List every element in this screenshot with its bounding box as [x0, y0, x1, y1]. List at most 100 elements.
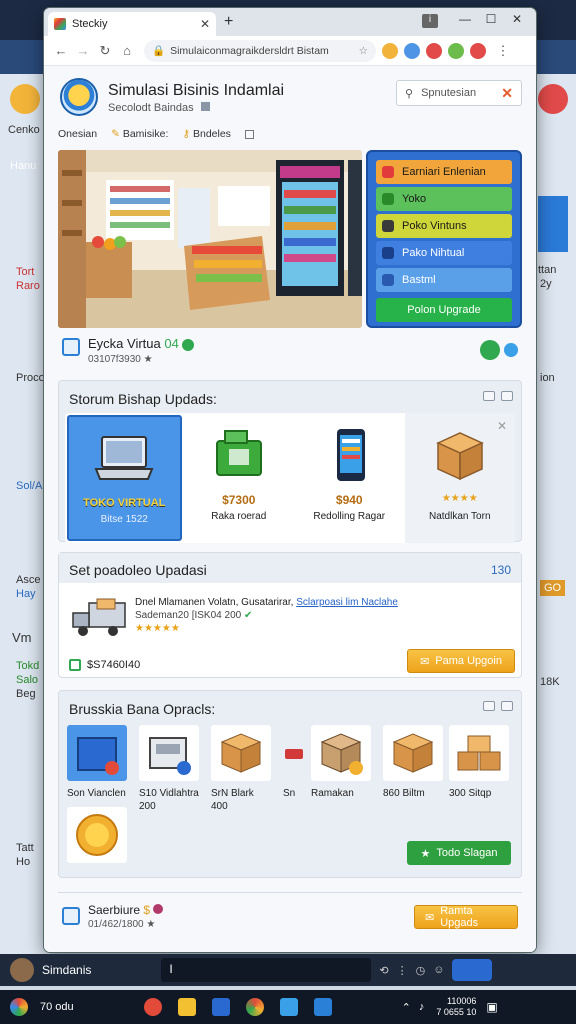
minimize-panel-icon[interactable]: [483, 701, 495, 711]
start-button-icon[interactable]: [10, 998, 28, 1016]
home-icon[interactable]: ⌂: [116, 43, 138, 58]
share-icon[interactable]: [504, 343, 518, 357]
updates-panel: Set poadoleo Upadasi 130 Dnel Mlamanen V…: [58, 552, 522, 678]
browser-window: Steckiy ✕ + i — ☐ ✕ ← → ↻ ⌂ 🔒 Simulaicon…: [44, 8, 536, 952]
footer-store-name: Saerbiure $: [88, 903, 164, 917]
tray-icon[interactable]: ⟲: [379, 964, 388, 977]
box-icon: [211, 725, 271, 781]
profile-icon[interactable]: i: [422, 14, 438, 28]
smartphone-icon: [337, 429, 366, 481]
cash-register-icon: [215, 430, 262, 476]
upgrade-card-raka[interactable]: $7300 Raka roerad: [184, 413, 295, 543]
input-field[interactable]: I: [161, 958, 372, 982]
favicon-icon: [54, 18, 66, 30]
nav-link[interactable]: Onesian: [58, 128, 97, 140]
tray-icon[interactable]: ⋮: [397, 964, 408, 977]
menu-item-poko-vintuns[interactable]: Poko Vintuns: [376, 214, 512, 238]
product-item[interactable]: 300 Sitqp: [449, 725, 511, 800]
tag-icon: ✉: [425, 911, 435, 924]
product-item[interactable]: S10 Vidlahtra 200: [139, 725, 201, 813]
notifications-icon[interactable]: ▣: [486, 1000, 497, 1014]
menu-item-yoko[interactable]: Yoko: [376, 187, 512, 211]
todo-slagan-button[interactable]: ★ Todo Slagan: [407, 841, 511, 865]
update-link[interactable]: Sclarpoasi lim Naclahe: [296, 597, 398, 608]
bookmark-star-icon[interactable]: ☆: [359, 45, 368, 57]
clear-search-icon[interactable]: ✕: [501, 85, 513, 102]
upgrade-button[interactable]: Polon Upgrade: [376, 298, 512, 322]
product-item[interactable]: 860 Biltm: [383, 725, 445, 800]
product-item[interactable]: [67, 807, 129, 863]
edit-app-icon[interactable]: [313, 998, 332, 1016]
extension-green-icon[interactable]: [448, 42, 464, 59]
nav-link-with-icon[interactable]: ✎ Bamisike:: [111, 128, 168, 140]
nav-box-icon[interactable]: [244, 129, 254, 139]
site-logo-icon[interactable]: [60, 78, 98, 116]
search-input[interactable]: ⚲ Spnutesian ✕: [396, 80, 522, 106]
extension-record-icon[interactable]: [470, 42, 486, 59]
product-label: Sn: [283, 788, 296, 799]
tab-close-icon[interactable]: ✕: [200, 17, 210, 31]
user-avatar[interactable]: [10, 958, 34, 982]
extension-red-icon[interactable]: [426, 42, 442, 59]
expand-panel-icon[interactable]: [501, 701, 513, 711]
star-icon: ★: [420, 847, 431, 860]
star-icon: [382, 274, 394, 286]
tray-icon[interactable]: ◷: [416, 964, 426, 977]
record-app-icon[interactable]: [143, 998, 162, 1016]
background-left-column: [0, 74, 50, 954]
product-item[interactable]: SrN Blark 400: [211, 725, 273, 813]
menu-dots-icon[interactable]: ⋮: [492, 43, 514, 59]
window-app-icon[interactable]: [279, 998, 298, 1016]
clock[interactable]: 110006 7 0655 10: [436, 996, 476, 1018]
weather-text[interactable]: 70 odu: [40, 1001, 74, 1013]
settings-icon[interactable]: [452, 959, 493, 981]
upgrade-card-redolling[interactable]: $940 Redolling Ragar: [294, 413, 405, 543]
close-window-icon[interactable]: ✕: [506, 12, 528, 26]
close-card-icon[interactable]: ✕: [497, 419, 507, 433]
pencil-icon: ✎: [111, 128, 120, 140]
store-icon: [62, 907, 80, 925]
bg-label: Hay: [16, 588, 36, 600]
nav-link-with-icon[interactable]: ⚷ Bndeles: [182, 128, 231, 140]
chrome-icon[interactable]: [245, 998, 264, 1016]
tag-icon: ✉: [420, 655, 430, 668]
product-item[interactable]: Son Vianclen: [67, 725, 129, 800]
maximize-icon[interactable]: ☐: [480, 12, 502, 26]
upgrade-card-toko-virtual[interactable]: TOKO VIRTUAL Bitse 1522: [67, 415, 182, 541]
back-icon[interactable]: ←: [50, 43, 72, 58]
product-item[interactable]: Sn: [283, 725, 307, 800]
extension-blue-icon[interactable]: [404, 42, 420, 59]
upgrade-card-natdlkan[interactable]: ✕ ★★★★ Natdlkan Torn: [404, 413, 515, 543]
url-input[interactable]: 🔒 Simulaiconmagraikdersldrt Bistam ☆: [144, 39, 376, 62]
minimize-icon[interactable]: —: [454, 12, 476, 26]
menu-item-earniari[interactable]: Earniari Enlenian: [376, 160, 512, 184]
forward-icon[interactable]: →: [72, 43, 94, 58]
minimize-panel-icon[interactable]: [483, 391, 495, 401]
menu-item-bastml[interactable]: Bastml: [376, 268, 512, 292]
card-price: $940: [335, 493, 363, 507]
cursor: I: [169, 962, 173, 976]
next-arrow-icon[interactable]: [480, 340, 500, 360]
blue-app-icon[interactable]: [211, 998, 230, 1016]
footer-store-row: Saerbiure $ 01/462/1800 ★ ✉ Ramta Upgads: [58, 892, 522, 938]
tray-arrow-icon[interactable]: ⌃: [402, 1001, 411, 1014]
expand-panel-icon[interactable]: [501, 391, 513, 401]
check-icon: ✔: [243, 610, 253, 621]
bg-label: Tatt: [16, 842, 34, 854]
user-name: Simdanis: [42, 963, 92, 977]
volume-icon[interactable]: ♪: [419, 1001, 425, 1013]
product-item[interactable]: Ramakan: [311, 725, 373, 800]
button-label: Todo Slagan: [436, 847, 498, 859]
new-tab-button[interactable]: +: [224, 13, 233, 31]
store-interior-illustration: [58, 150, 362, 328]
extension-puzzle-icon[interactable]: [382, 42, 398, 59]
reload-icon[interactable]: ↻: [94, 43, 116, 59]
tray-icon[interactable]: ☺: [433, 964, 444, 976]
menu-item-pako-nihtual[interactable]: Pako Nihtual: [376, 241, 512, 265]
notes-app-icon[interactable]: [177, 998, 196, 1016]
site-subtitle-text: Secolodt Baindas: [108, 102, 194, 114]
ramta-upgads-button[interactable]: ✉ Ramta Upgads: [414, 905, 518, 929]
browser-tab[interactable]: Steckiy ✕: [48, 12, 216, 36]
pama-upgoin-button[interactable]: ✉ Pama Upgoin: [407, 649, 515, 673]
box-icon: [383, 725, 443, 781]
